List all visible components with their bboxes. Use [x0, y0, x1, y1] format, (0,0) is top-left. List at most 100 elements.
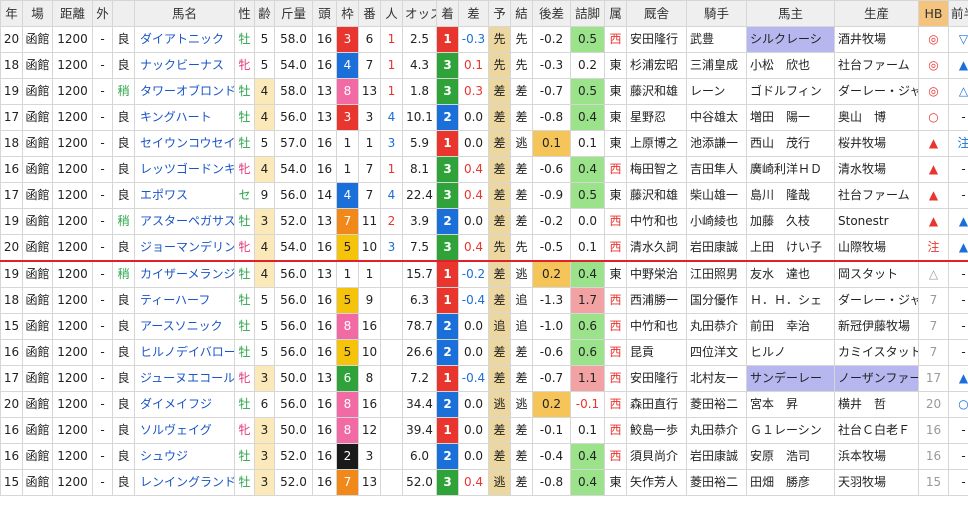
cell-dist: 1200	[52, 234, 93, 262]
header-cell[interactable]: 性	[234, 0, 255, 27]
cell-atosa: -0.8	[532, 469, 571, 496]
header-cell[interactable]: 生産	[834, 0, 919, 27]
header-cell[interactable]: 騎手	[686, 0, 747, 27]
cell-name[interactable]: ジューヌエコール	[134, 365, 235, 392]
header-cell[interactable]: 後差	[532, 0, 571, 27]
cell-ketsu: 差	[510, 78, 533, 105]
header-cell[interactable]: 予	[488, 0, 511, 27]
cell-name[interactable]: ソルヴェイグ	[134, 417, 235, 444]
cell-zen: ▲	[948, 208, 968, 235]
table-row[interactable]: 18 函館 1200- 良ナックビーナス牝 5 54.0 16 4 7 1 4.3 3 0.1 先先 -0.…	[0, 52, 968, 79]
cell-atosa: 0.1	[532, 130, 571, 157]
cell-name[interactable]: ジョーマンデリン	[134, 234, 235, 262]
table-row[interactable]: 18 函館 1200- 良セイウンコウセイ牡 5 57.0 16 1 1 3 5.9 1 0.0 差逃 0.…	[0, 130, 968, 157]
cell-name[interactable]: キングハート	[134, 104, 235, 131]
header-cell[interactable]: 距離	[52, 0, 93, 27]
header-cell[interactable]	[112, 0, 135, 27]
header-cell[interactable]: 番	[358, 0, 381, 27]
cell-diff: 0.0	[458, 339, 489, 366]
table-row[interactable]: 17 函館 1200- 良ジューヌエコール牝 3 50.0 13 6 8 7.2 1 -0.4 差差 -0…	[0, 365, 968, 392]
header-cell[interactable]: 年	[0, 0, 23, 27]
cell-year: 15	[0, 313, 23, 340]
header-cell[interactable]: 結	[510, 0, 533, 27]
cell-diff: 0.0	[458, 130, 489, 157]
cell-ban: 7	[358, 52, 381, 79]
cell-jockey: 柴山雄一	[686, 182, 747, 209]
cell-atosa: -0.1	[532, 417, 571, 444]
table-row[interactable]: 18 函館 1200- 良ティーハーフ牡 5 56.0 16 5 9 6.3 1 -0.4 差追 -1.3…	[0, 287, 968, 314]
cell-sex: 牡	[234, 104, 255, 131]
cell-name[interactable]: ダイメイフジ	[134, 391, 235, 418]
table-row[interactable]: 19 函館 1200- 稍アスターペガサス牡 3 52.0 13 7 11 2 3.9 2 0.0 差差 -…	[0, 208, 968, 235]
header-cell[interactable]: 外	[92, 0, 113, 27]
table-row[interactable]: 17 函館 1200- 良キングハート牡 4 56.0 13 3 3 4 10.1 2 0.0 差差 -0.…	[0, 104, 968, 131]
header-cell[interactable]: 属	[604, 0, 627, 27]
table-row[interactable]: 15 函館 1200- 良レンイングランド牡 3 52.0 16 7 13 52.0 3 0.4 逃差 -…	[0, 469, 968, 496]
cell-name[interactable]: カイザーメランジェ	[134, 260, 235, 288]
cell-name[interactable]: ヒルノデイバロー	[134, 339, 235, 366]
cell-name[interactable]: アースソニック	[134, 313, 235, 340]
cell-sex: 牡	[234, 391, 255, 418]
table-row[interactable]: 17 函館 1200- 良エポワスセ 9 56.0 14 4 7 4 22.4 3 0.4 差差 -0.9 0…	[0, 182, 968, 209]
cell-chaku: 3	[436, 234, 459, 262]
cell-yo: 差	[488, 104, 511, 131]
cell-name[interactable]: ダイアトニック	[134, 26, 235, 53]
header-cell[interactable]: オッズ	[402, 0, 437, 27]
cell-hb: ▲	[918, 156, 949, 183]
table-row[interactable]: 16 函館 1200- 良ソルヴェイグ牝 3 50.0 16 8 12 39.4 1 0.0 差差 -0.…	[0, 417, 968, 444]
cell-name[interactable]: レッツゴードンキ	[134, 156, 235, 183]
cell-pop	[380, 339, 403, 366]
header-cell[interactable]: 馬主	[746, 0, 835, 27]
cell-name[interactable]: ティーハーフ	[134, 287, 235, 314]
cell-dist: 1200	[52, 443, 93, 470]
cell-zen: -	[948, 182, 968, 209]
header-cell[interactable]: 枠	[336, 0, 359, 27]
cell-jockey: 菱田裕二	[686, 391, 747, 418]
cell-name[interactable]: シュウジ	[134, 443, 235, 470]
table-row[interactable]: 16 函館 1200- 良シュウジ牡 3 52.0 16 2 3 6.0 2 0.0 差差 -0.4 0.4…	[0, 443, 968, 470]
header-cell[interactable]: 差	[458, 0, 489, 27]
cell-dist: 1200	[52, 130, 93, 157]
cell-name[interactable]: タワーオブロンドン	[134, 78, 235, 105]
header-cell[interactable]: 前半	[948, 0, 968, 27]
table-row[interactable]: 20 函館 1200- 良ダイアトニック牡 5 58.0 16 3 6 1 2.5 1 -0.3 先先 -0…	[0, 26, 968, 53]
header-cell[interactable]: HB	[918, 0, 949, 27]
cell-zoku: 東	[604, 130, 627, 157]
cell-weight: 56.0	[274, 391, 313, 418]
header-cell[interactable]: 人	[380, 0, 403, 27]
table-row[interactable]: 16 函館 1200- 良ヒルノデイバロー牡 5 56.0 16 5 10 26.6 2 0.0 差差 -…	[0, 339, 968, 366]
cell-name[interactable]: アスターペガサス	[134, 208, 235, 235]
cell-owner: 安原 浩司	[746, 443, 835, 470]
cell-cond: 良	[112, 130, 135, 157]
cell-name[interactable]: レンイングランド	[134, 469, 235, 496]
header-cell[interactable]: 厩舎	[626, 0, 687, 27]
table-row[interactable]: 20 函館 1200- 良ジョーマンデリン牝 4 54.0 16 5 10 3 7.5 3 0.4 先先 -…	[0, 234, 968, 262]
cell-name[interactable]: エポワス	[134, 182, 235, 209]
table-row[interactable]: 19函館1200-稍カイザーメランジェ牡456.0131115.71-0.2差逃…	[0, 260, 968, 288]
table-row[interactable]: 16 函館 1200- 良レッツゴードンキ牝 4 54.0 16 1 7 1 8.1 3 0.4 差差 -0…	[0, 156, 968, 183]
cell-gai: -	[92, 104, 113, 131]
cell-cond: 良	[112, 52, 135, 79]
header-cell[interactable]: 頭	[312, 0, 337, 27]
table-row[interactable]: 19函館1200-稍タワーオブロンドン牡458.01381311.830.3差差…	[0, 78, 968, 105]
header-cell[interactable]: 馬名	[134, 0, 235, 27]
cell-hb: 16	[918, 417, 949, 444]
header-cell[interactable]: 場	[22, 0, 53, 27]
cell-ban: 10	[358, 339, 381, 366]
table-row[interactable]: 20 函館 1200- 良ダイメイフジ牡 6 56.0 16 8 16 34.4 2 0.0 逃逃 0.2…	[0, 391, 968, 418]
header-cell[interactable]: 齢	[254, 0, 275, 27]
cell-sex: 牡	[234, 313, 255, 340]
cell-weight: 58.0	[274, 78, 313, 105]
cell-zen: -	[948, 339, 968, 366]
cell-zoku: 西	[604, 287, 627, 314]
cell-waku: 4	[336, 182, 359, 209]
cell-name[interactable]: セイウンコウセイ	[134, 130, 235, 157]
cell-dist: 1200	[52, 156, 93, 183]
header-cell[interactable]: 斤量	[274, 0, 313, 27]
table-row[interactable]: 15 函館 1200- 良アースソニック牡 5 56.0 16 8 16 78.7 2 0.0 追追 -1…	[0, 313, 968, 340]
cell-zoku: 西	[604, 417, 627, 444]
header-cell[interactable]: 着	[436, 0, 459, 27]
cell-name[interactable]: ナックビーナス	[134, 52, 235, 79]
cell-heads: 13	[312, 104, 337, 131]
header-cell[interactable]: 詰脚	[570, 0, 605, 27]
